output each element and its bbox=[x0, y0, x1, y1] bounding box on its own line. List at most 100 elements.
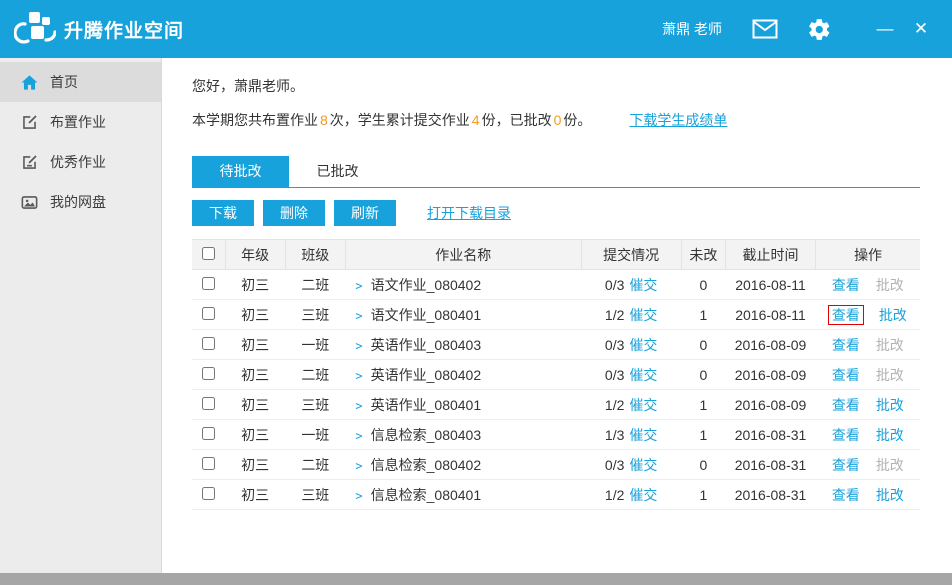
col-header-homework-name: 作业名称 bbox=[345, 240, 581, 270]
row-checkbox[interactable] bbox=[202, 427, 215, 440]
sidebar-item-assign-homework[interactable]: 布置作业 bbox=[0, 102, 161, 142]
col-header-ungraded: 未改 bbox=[681, 240, 725, 270]
download-transcript-link[interactable]: 下载学生成绩单 bbox=[629, 110, 727, 130]
tab-graded[interactable]: 已批改 bbox=[289, 156, 386, 187]
table-row: 初三 一班 >英语作业_080403 0/3催交 0 2016-08-09 查看… bbox=[192, 330, 920, 360]
submission-count: 0/3 bbox=[605, 367, 624, 383]
grade-link[interactable]: 批改 bbox=[876, 397, 904, 413]
homework-name-link[interactable]: 语文作业_080401 bbox=[371, 307, 482, 323]
expand-arrow-icon[interactable]: > bbox=[355, 429, 362, 443]
view-link[interactable]: 查看 bbox=[832, 457, 860, 473]
urge-submit-link[interactable]: 催交 bbox=[629, 277, 657, 293]
deadline: 2016-08-09 bbox=[725, 330, 815, 360]
current-user[interactable]: 萧鼎 老师 bbox=[662, 19, 722, 39]
deadline: 2016-08-11 bbox=[725, 300, 815, 330]
grade-link[interactable]: 批改 bbox=[876, 337, 904, 353]
expand-arrow-icon[interactable]: > bbox=[355, 489, 362, 503]
close-button[interactable]: ✕ bbox=[910, 18, 932, 40]
open-download-dir-link[interactable]: 打开下载目录 bbox=[427, 203, 511, 223]
ungraded-count: 1 bbox=[681, 390, 725, 420]
row-checkbox[interactable] bbox=[202, 367, 215, 380]
row-class: 二班 bbox=[285, 360, 345, 390]
submission-count: 0/3 bbox=[605, 337, 624, 353]
app-logo-icon bbox=[14, 10, 56, 48]
sidebar-item-excellent-homework[interactable]: 优秀作业 bbox=[0, 142, 161, 182]
row-grade: 初三 bbox=[225, 300, 285, 330]
expand-arrow-icon[interactable]: > bbox=[355, 369, 362, 383]
homework-name-link[interactable]: 信息检索_080403 bbox=[371, 427, 482, 443]
urge-submit-link[interactable]: 催交 bbox=[629, 367, 657, 383]
submission-count: 0/3 bbox=[605, 277, 624, 293]
grade-link[interactable]: 批改 bbox=[876, 277, 904, 293]
homework-name-link[interactable]: 英语作业_080403 bbox=[371, 337, 482, 353]
sidebar-item-home[interactable]: 首页 bbox=[0, 62, 161, 102]
urge-submit-link[interactable]: 催交 bbox=[629, 457, 657, 473]
submission-count: 1/2 bbox=[605, 307, 624, 323]
row-class: 三班 bbox=[285, 480, 345, 510]
home-icon bbox=[20, 73, 39, 92]
expand-arrow-icon[interactable]: > bbox=[355, 279, 362, 293]
urge-submit-link[interactable]: 催交 bbox=[629, 397, 657, 413]
view-link[interactable]: 查看 bbox=[832, 397, 860, 413]
submitted-count: 4 bbox=[470, 112, 482, 128]
delete-button[interactable]: 删除 bbox=[263, 200, 325, 226]
row-checkbox[interactable] bbox=[202, 457, 215, 470]
grade-link[interactable]: 批改 bbox=[876, 457, 904, 473]
row-class: 二班 bbox=[285, 270, 345, 300]
excellent-homework-icon bbox=[20, 153, 39, 172]
view-link[interactable]: 查看 bbox=[832, 367, 860, 383]
expand-arrow-icon[interactable]: > bbox=[355, 399, 362, 413]
row-checkbox[interactable] bbox=[202, 337, 215, 350]
grade-link[interactable]: 批改 bbox=[876, 427, 904, 443]
row-grade: 初三 bbox=[225, 450, 285, 480]
deadline: 2016-08-31 bbox=[725, 450, 815, 480]
view-link[interactable]: 查看 bbox=[829, 306, 863, 324]
assign-homework-icon bbox=[20, 113, 39, 132]
mail-icon[interactable] bbox=[752, 16, 778, 42]
urge-submit-link[interactable]: 催交 bbox=[629, 487, 657, 503]
row-checkbox[interactable] bbox=[202, 397, 215, 410]
homework-name-link[interactable]: 英语作业_080401 bbox=[371, 397, 482, 413]
deadline: 2016-08-31 bbox=[725, 480, 815, 510]
app-title: 升腾作业空间 bbox=[64, 16, 184, 43]
row-checkbox[interactable] bbox=[202, 487, 215, 500]
refresh-button[interactable]: 刷新 bbox=[334, 200, 396, 226]
row-checkbox[interactable] bbox=[202, 307, 215, 320]
sidebar-item-label: 我的网盘 bbox=[50, 192, 106, 212]
main-content: 您好，萧鼎老师。 本学期您共布置作业 8 次，学生累计提交作业 4 份，已批改 … bbox=[162, 58, 952, 573]
homework-name-link[interactable]: 语文作业_080402 bbox=[371, 277, 482, 293]
stats-text: 次，学生累计提交作业 bbox=[330, 110, 470, 130]
sidebar-item-label: 优秀作业 bbox=[50, 152, 106, 172]
ungraded-count: 1 bbox=[681, 480, 725, 510]
urge-submit-link[interactable]: 催交 bbox=[629, 307, 657, 323]
view-link[interactable]: 查看 bbox=[832, 277, 860, 293]
expand-arrow-icon[interactable]: > bbox=[355, 459, 362, 473]
stats-text: 份。 bbox=[563, 110, 591, 130]
settings-gear-icon[interactable] bbox=[806, 16, 832, 42]
table-row: 初三 二班 >信息检索_080402 0/3催交 0 2016-08-31 查看… bbox=[192, 450, 920, 480]
view-link[interactable]: 查看 bbox=[832, 427, 860, 443]
expand-arrow-icon[interactable]: > bbox=[355, 309, 362, 323]
homework-name-link[interactable]: 信息检索_080401 bbox=[371, 487, 482, 503]
col-header-grade: 年级 bbox=[225, 240, 285, 270]
tab-bar: 待批改 已批改 bbox=[192, 156, 920, 188]
homework-name-link[interactable]: 信息检索_080402 bbox=[371, 457, 482, 473]
homework-name-link[interactable]: 英语作业_080402 bbox=[371, 367, 482, 383]
row-grade: 初三 bbox=[225, 360, 285, 390]
select-all-checkbox[interactable] bbox=[202, 247, 215, 260]
minimize-button[interactable]: — bbox=[874, 18, 896, 40]
urge-submit-link[interactable]: 催交 bbox=[629, 337, 657, 353]
tab-pending-grading[interactable]: 待批改 bbox=[192, 156, 289, 187]
expand-arrow-icon[interactable]: > bbox=[355, 339, 362, 353]
view-link[interactable]: 查看 bbox=[832, 337, 860, 353]
view-link[interactable]: 查看 bbox=[832, 487, 860, 503]
download-button[interactable]: 下载 bbox=[192, 200, 254, 226]
grade-link[interactable]: 批改 bbox=[879, 307, 907, 323]
grade-link[interactable]: 批改 bbox=[876, 487, 904, 503]
sidebar-item-cloud-drive[interactable]: 我的网盘 bbox=[0, 182, 161, 222]
grade-link[interactable]: 批改 bbox=[876, 367, 904, 383]
row-checkbox[interactable] bbox=[202, 277, 215, 290]
deadline: 2016-08-31 bbox=[725, 420, 815, 450]
table-row: 初三 三班 >信息检索_080401 1/2催交 1 2016-08-31 查看… bbox=[192, 480, 920, 510]
urge-submit-link[interactable]: 催交 bbox=[629, 427, 657, 443]
